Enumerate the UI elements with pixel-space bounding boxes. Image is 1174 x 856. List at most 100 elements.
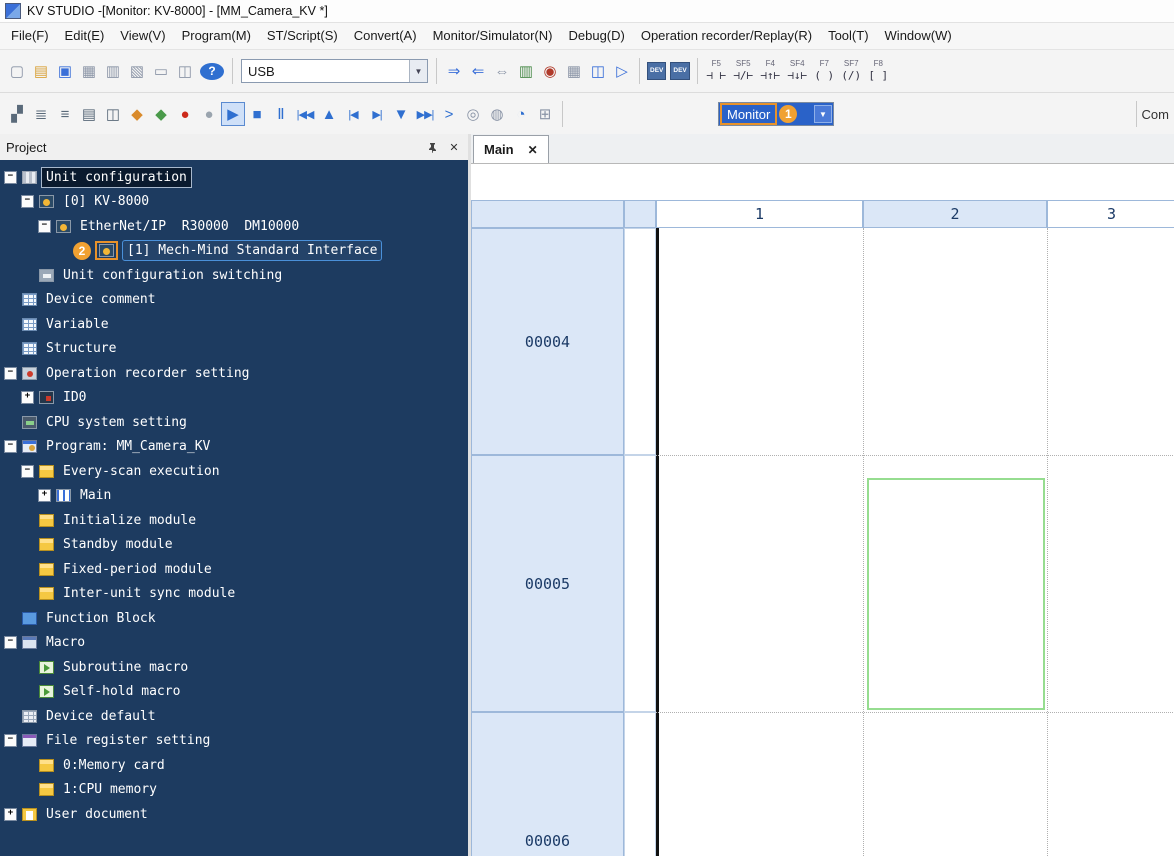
tree-item-operation-recorder-setting[interactable]: −Operation recorder setting [0, 361, 468, 386]
watch-window-icon[interactable]: ▤ [77, 102, 101, 126]
row-number-cell[interactable]: 00005 [471, 455, 624, 712]
tree-collapse-box[interactable]: − [4, 734, 17, 747]
ladder-canvas[interactable]: 123000040000500006 [471, 164, 1174, 856]
tree-item-initialize-module[interactable]: Initialize module [0, 508, 468, 533]
tree-item-device-default[interactable]: Device default [0, 704, 468, 729]
step-over-icon[interactable]: > [437, 102, 461, 126]
step-down-icon[interactable]: ▼ [389, 102, 413, 126]
operation-record-icon[interactable]: ● [173, 102, 197, 126]
tree-collapse-box[interactable]: − [4, 171, 17, 184]
row-number-cell[interactable]: 00004 [471, 228, 624, 455]
menu-item-monitor-simulator-n[interactable]: Monitor/Simulator(N) [425, 25, 561, 47]
fkey-button-sf5[interactable]: SF5⊣/⊢ [730, 53, 757, 89]
menu-item-view-v[interactable]: View(V) [112, 25, 173, 47]
pc-to-plc-transfer-icon[interactable]: ⇒ [442, 59, 466, 83]
paste-icon[interactable]: ▧ [125, 59, 149, 83]
help-icon[interactable]: ? [200, 63, 224, 80]
menu-item-operation-recorder-replay-r[interactable]: Operation recorder/Replay(R) [633, 25, 820, 47]
step-back-icon[interactable]: |◀ [341, 102, 365, 126]
tree-expand-box[interactable]: + [4, 808, 17, 821]
registration-monitor-icon[interactable]: ◫ [586, 59, 610, 83]
tree-collapse-box[interactable]: − [4, 636, 17, 649]
tree-item-unit-configuration-switching[interactable]: Unit configuration switching [0, 263, 468, 288]
tree-item-user-document[interactable]: +User document [0, 802, 468, 827]
fkey-button-sf4[interactable]: SF4⊣↓⊢ [784, 53, 811, 89]
tree-expand-box[interactable]: + [38, 489, 51, 502]
step-last-icon[interactable]: ▶▶| [413, 102, 437, 126]
fkey-button-f4[interactable]: F4⊣↑⊢ [757, 53, 784, 89]
tree-collapse-box[interactable]: − [4, 367, 17, 380]
plc-monitor-icon[interactable]: ▥ [514, 59, 538, 83]
tree-collapse-box[interactable]: − [21, 195, 34, 208]
close-icon[interactable]: ✕ [446, 139, 462, 155]
tree-item-variable[interactable]: Variable [0, 312, 468, 337]
connection-combo[interactable]: USB ▼ [241, 59, 428, 83]
step-forward-icon[interactable]: ▶| [365, 102, 389, 126]
new-file-icon[interactable]: ▢ [5, 59, 29, 83]
chart-monitor-icon[interactable]: ◫ [101, 102, 125, 126]
online-edit-icon[interactable]: ◎ [461, 102, 485, 126]
tree-item-macro[interactable]: −Macro [0, 631, 468, 656]
tree-item-program-mm-camera-kv[interactable]: −Program: MM_Camera_KV [0, 435, 468, 460]
save-all-icon[interactable]: ▦ [77, 59, 101, 83]
tab-main[interactable]: Main ✕ [473, 135, 549, 163]
tree-item-every-scan-execution[interactable]: −Every-scan execution [0, 459, 468, 484]
tree-item-1-mech-mind-standard-interface[interactable]: 2[1] Mech-Mind Standard Interface [0, 239, 468, 264]
tree-item-main[interactable]: +Main [0, 484, 468, 509]
device-batch-icon[interactable]: ▦ [562, 59, 586, 83]
tree-item-0-memory-card[interactable]: 0:Memory card [0, 753, 468, 778]
menu-item-window-w[interactable]: Window(W) [877, 25, 960, 47]
tree-item-1-cpu-memory[interactable]: 1:CPU memory [0, 778, 468, 803]
tree-collapse-box[interactable]: − [21, 465, 34, 478]
monitor-stop-icon[interactable]: ■ [245, 102, 269, 126]
fkey-button-sf7[interactable]: SF7(/) [838, 53, 865, 89]
device-monitor-2-icon[interactable]: DEV [670, 62, 689, 80]
device-value-icon[interactable]: ⊞ [533, 102, 557, 126]
script-list-icon[interactable]: ≡ [53, 102, 77, 126]
tree-item-inter-unit-sync-module[interactable]: Inter-unit sync module [0, 582, 468, 607]
tree-collapse-box[interactable]: − [4, 440, 17, 453]
pin-icon[interactable] [424, 139, 440, 155]
record-pause-icon[interactable]: ● [197, 102, 221, 126]
copy-icon[interactable]: ▥ [101, 59, 125, 83]
open-folder-icon[interactable]: ▤ [29, 59, 53, 83]
tree-item-structure[interactable]: Structure [0, 337, 468, 362]
tree-item-cpu-system-setting[interactable]: CPU system setting [0, 410, 468, 435]
fkey-button-f7[interactable]: F7( ) [811, 53, 838, 89]
clock-icon[interactable]: ◔ [509, 102, 533, 126]
save-icon[interactable]: ▣ [53, 59, 77, 83]
tree-item-0-kv-8000[interactable]: −[0] KV-8000 [0, 190, 468, 215]
find-device-icon[interactable]: ◉ [538, 59, 562, 83]
tree-item-file-register-setting[interactable]: −File register setting [0, 729, 468, 754]
simulator-icon[interactable]: ▷ [610, 59, 634, 83]
pause-icon[interactable]: Ⅱ [269, 102, 293, 126]
menu-item-debug-d[interactable]: Debug(D) [560, 25, 632, 47]
instruction-list-icon[interactable]: ≣ [29, 102, 53, 126]
print-icon[interactable]: ▭ [149, 59, 173, 83]
monitor-mode-combo[interactable]: Monitor 1 ▼ [718, 102, 834, 126]
tree-item-standby-module[interactable]: Standby module [0, 533, 468, 558]
row-number-cell[interactable]: 00006 [471, 712, 624, 856]
tree-item-self-hold-macro[interactable]: Self-hold macro [0, 680, 468, 705]
ladder-edit-icon[interactable]: ▞ [5, 102, 29, 126]
menu-item-edit-e[interactable]: Edit(E) [57, 25, 113, 47]
menu-item-tool-t[interactable]: Tool(T) [820, 25, 876, 47]
menu-item-program-m[interactable]: Program(M) [174, 25, 259, 47]
fkey-button-f8[interactable]: F8[ ] [865, 53, 892, 89]
print-preview-icon[interactable]: ◫ [173, 59, 197, 83]
tree-item-fixed-period-module[interactable]: Fixed-period module [0, 557, 468, 582]
force-set-icon[interactable]: ◆ [125, 102, 149, 126]
monitor-start-icon[interactable]: ▶ [221, 102, 245, 126]
menu-item-file-f[interactable]: File(F) [3, 25, 57, 47]
verify-data-icon[interactable]: ⇔ [490, 59, 514, 83]
chevron-down-icon[interactable]: ▼ [814, 105, 832, 123]
tree-item-ethernet-ip-r30000-dm10000[interactable]: −EtherNet/IP R30000 DM10000 [0, 214, 468, 239]
chevron-down-icon[interactable]: ▼ [409, 60, 427, 82]
close-icon[interactable]: ✕ [528, 143, 538, 157]
tree-expand-box[interactable]: + [21, 391, 34, 404]
tree-item-subroutine-macro[interactable]: Subroutine macro [0, 655, 468, 680]
force-reset-icon[interactable]: ◆ [149, 102, 173, 126]
tree-item-id0[interactable]: +ID0 [0, 386, 468, 411]
tree-collapse-box[interactable]: − [38, 220, 51, 233]
step-first-icon[interactable]: |◀◀ [293, 102, 317, 126]
